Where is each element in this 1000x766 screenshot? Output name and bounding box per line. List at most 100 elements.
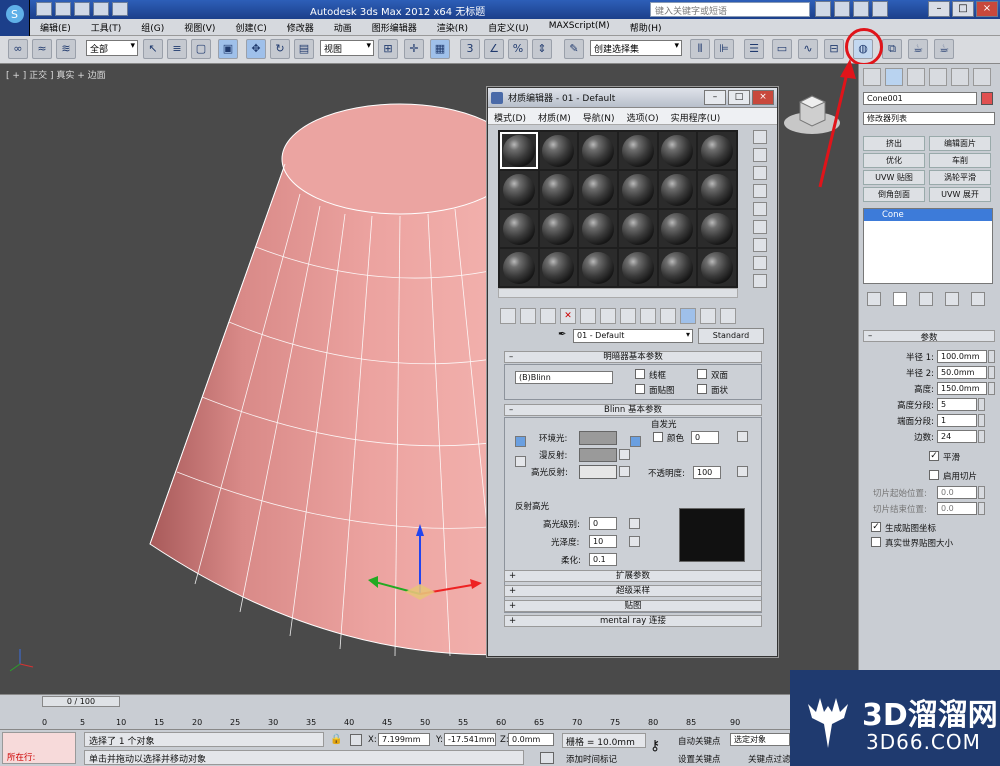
- modify-tab-icon[interactable]: [885, 68, 903, 86]
- glossiness-map-button[interactable]: [629, 536, 640, 547]
- menu-graph-editors[interactable]: 图形编辑器: [362, 19, 427, 35]
- material-id-icon[interactable]: [640, 308, 656, 324]
- gen-map-coords-checkbox[interactable]: ✓: [871, 522, 881, 532]
- menu-modifiers[interactable]: 修改器: [277, 19, 324, 35]
- cap-segments-field[interactable]: 1: [937, 414, 977, 427]
- shader-type-dropdown[interactable]: (B)Blinn: [515, 371, 613, 384]
- options-icon[interactable]: [753, 238, 767, 252]
- link-icon[interactable]: ∞: [8, 39, 28, 59]
- mat-minimize-button[interactable]: –: [704, 90, 726, 105]
- sample-slot[interactable]: [698, 210, 736, 247]
- object-color-swatch[interactable]: [981, 92, 993, 105]
- specular-map-button[interactable]: [619, 466, 630, 477]
- maxscript-listener[interactable]: 所在行:: [2, 732, 76, 764]
- render-setup-icon[interactable]: ⧉: [882, 39, 902, 59]
- self-illum-map-button[interactable]: [737, 431, 748, 442]
- menu-tools[interactable]: 工具(T): [81, 19, 132, 35]
- absolute-mode-icon[interactable]: [350, 734, 362, 746]
- height-spinner[interactable]: [988, 382, 995, 395]
- rect-selection-icon[interactable]: ▢: [191, 39, 211, 59]
- sample-slot[interactable]: [619, 171, 657, 208]
- menu-help[interactable]: 帮助(H): [620, 19, 672, 35]
- show-end-result-stack-icon[interactable]: [893, 292, 907, 306]
- height-segments-field[interactable]: 5: [937, 398, 977, 411]
- copy-material-icon[interactable]: [580, 308, 596, 324]
- lathe-button[interactable]: 车削: [929, 153, 991, 168]
- show-end-result-icon[interactable]: [680, 308, 696, 324]
- lock-selection-icon[interactable]: 🔒: [330, 734, 342, 745]
- create-tab-icon[interactable]: [863, 68, 881, 86]
- sample-slot[interactable]: [698, 249, 736, 286]
- select-scale-icon[interactable]: ▤: [294, 39, 314, 59]
- sample-slot[interactable]: [619, 249, 657, 286]
- sample-slot[interactable]: [698, 171, 736, 208]
- pivot-center-icon[interactable]: ⊞: [378, 39, 398, 59]
- mat-menu-utilities[interactable]: 实用程序(U): [665, 108, 727, 124]
- shader-rollout-header[interactable]: – 明暗器基本参数: [504, 351, 762, 363]
- make-unique-icon[interactable]: [600, 308, 616, 324]
- sample-slot[interactable]: [658, 249, 697, 286]
- mat-menu-options[interactable]: 选项(O): [621, 108, 665, 124]
- show-map-icon[interactable]: [660, 308, 676, 324]
- wire-checkbox[interactable]: [635, 369, 645, 379]
- sample-slot[interactable]: [619, 210, 657, 247]
- app-logo-icon[interactable]: S: [0, 0, 30, 36]
- specular-level-field[interactable]: 0: [589, 517, 617, 530]
- mental-ray-rollout[interactable]: + mental ray 连接: [504, 615, 762, 627]
- supersampling-rollout[interactable]: + 超级采样: [504, 585, 762, 597]
- radius2-spinner[interactable]: [988, 366, 995, 379]
- sample-slot[interactable]: [500, 210, 538, 247]
- menu-edit[interactable]: 编辑(E): [30, 19, 81, 35]
- extended-params-rollout[interactable]: + 扩展参数: [504, 570, 762, 582]
- set-key-button[interactable]: 设置关键点: [678, 753, 721, 765]
- get-material-icon[interactable]: [500, 308, 516, 324]
- window-crossing-icon[interactable]: ▣: [218, 39, 238, 59]
- smooth-checkbox[interactable]: ✓: [929, 451, 939, 461]
- faceted-checkbox[interactable]: [697, 384, 707, 394]
- sample-slot[interactable]: [698, 132, 736, 169]
- video-color-check-icon[interactable]: [753, 202, 767, 216]
- lock-ambient-icon[interactable]: [515, 436, 526, 447]
- menu-create[interactable]: 创建(C): [225, 19, 276, 35]
- modifier-list-dropdown[interactable]: 修改器列表: [863, 112, 995, 125]
- save-file-icon[interactable]: [74, 2, 90, 16]
- redo-icon[interactable]: [112, 2, 128, 16]
- turbosmooth-button[interactable]: 涡轮平滑: [929, 170, 991, 185]
- unlink-icon[interactable]: ≈: [32, 39, 52, 59]
- mat-menu-material[interactable]: 材质(M): [532, 108, 577, 124]
- undo-icon[interactable]: [93, 2, 109, 16]
- sample-slot[interactable]: [579, 249, 617, 286]
- set-key-icon[interactable]: ⚷: [650, 738, 660, 754]
- make-preview-icon[interactable]: [753, 220, 767, 234]
- utilities-tab-icon[interactable]: [973, 68, 991, 86]
- slice-to-spinner[interactable]: [978, 502, 985, 515]
- sample-slot[interactable]: [539, 249, 578, 286]
- mat-menu-navigation[interactable]: 导航(N): [577, 108, 621, 124]
- maps-rollout[interactable]: + 贴图: [504, 600, 762, 612]
- align-icon[interactable]: ⊫: [714, 39, 734, 59]
- optimize-button[interactable]: 优化: [863, 153, 925, 168]
- put-to-library-icon[interactable]: [620, 308, 636, 324]
- x-coord-field[interactable]: 7.199mm: [378, 733, 430, 746]
- pin-stack-icon[interactable]: [867, 292, 881, 306]
- select-move-icon[interactable]: ✥: [246, 39, 266, 59]
- parameters-rollout-header[interactable]: – 参数: [863, 330, 995, 343]
- open-file-icon[interactable]: [55, 2, 71, 16]
- help-icon[interactable]: [872, 1, 888, 17]
- tools-icon[interactable]: [834, 1, 850, 17]
- time-slider[interactable]: 0 / 100: [42, 696, 120, 707]
- sample-slot[interactable]: [619, 132, 657, 169]
- time-tag-icon[interactable]: [540, 752, 554, 764]
- select-object-icon[interactable]: ↖: [143, 39, 163, 59]
- two-sided-checkbox[interactable]: [697, 369, 707, 379]
- sample-slot[interactable]: [539, 171, 578, 208]
- edit-named-selection-icon[interactable]: ✎: [564, 39, 584, 59]
- select-by-name-icon[interactable]: ≡: [167, 39, 187, 59]
- radius1-spinner[interactable]: [988, 350, 995, 363]
- go-forward-sibling-icon[interactable]: [720, 308, 736, 324]
- height-segments-spinner[interactable]: [978, 398, 985, 411]
- height-field[interactable]: 150.0mm: [937, 382, 987, 395]
- slice-on-checkbox[interactable]: [929, 470, 939, 480]
- sample-slot[interactable]: [658, 132, 697, 169]
- hierarchy-tab-icon[interactable]: [907, 68, 925, 86]
